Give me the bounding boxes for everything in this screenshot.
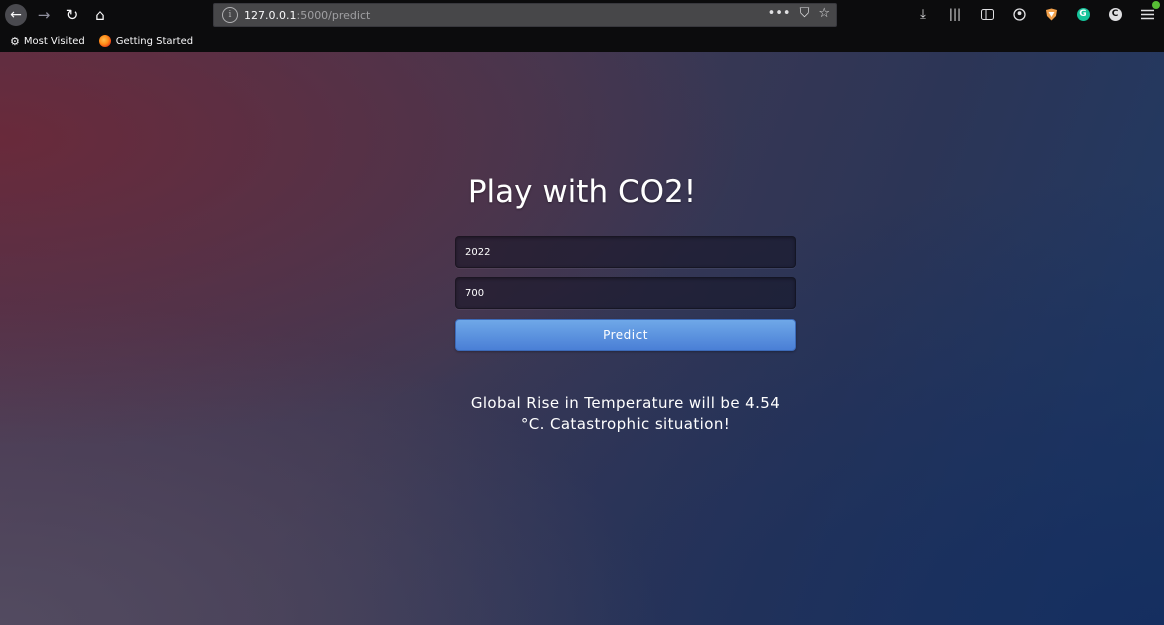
- bookmark-label: Getting Started: [115, 35, 194, 47]
- predict-button[interactable]: Predict: [455, 319, 796, 351]
- prediction-result: Global Rise in Temperature will be 4.54 …: [440, 393, 811, 435]
- sidebar-icon[interactable]: [978, 5, 996, 23]
- browser-toolbar: ← → ↻ ⌂ i 127.0.0.1:5000/predict ••• ⛉ ☆…: [0, 0, 1164, 30]
- browser-chrome: ← → ↻ ⌂ i 127.0.0.1:5000/predict ••• ⛉ ☆…: [0, 0, 1164, 53]
- home-button[interactable]: ⌂: [89, 4, 111, 26]
- bookmark-getting-started[interactable]: Getting Started: [98, 35, 194, 47]
- page-content: Play with CO2! 2022 700 Predict Global R…: [0, 52, 1164, 625]
- update-badge-icon: [1152, 1, 1160, 9]
- co2-input-value: 700: [465, 287, 485, 299]
- menu-icon[interactable]: [1138, 1, 1160, 23]
- page-title: Play with CO2!: [467, 174, 697, 210]
- url-host: 127.0.0.1: [244, 8, 297, 22]
- url-path: :5000/predict: [296, 8, 371, 22]
- account-icon[interactable]: [1010, 5, 1028, 23]
- reload-button[interactable]: ↻: [61, 4, 83, 26]
- site-info-icon[interactable]: i: [222, 7, 238, 23]
- bookmark-most-visited[interactable]: ⚙ Most Visited: [10, 35, 85, 48]
- library-icon[interactable]: |||: [946, 5, 964, 23]
- bookmark-star-icon[interactable]: ☆: [818, 6, 830, 21]
- predict-button-label: Predict: [603, 328, 648, 342]
- page-actions-icon[interactable]: •••: [768, 6, 791, 21]
- back-button[interactable]: ←: [5, 4, 27, 26]
- pocket-icon[interactable]: ⛉: [800, 6, 810, 21]
- forward-button[interactable]: →: [33, 4, 55, 26]
- download-icon[interactable]: ⤓: [914, 5, 932, 23]
- co2-input[interactable]: 700: [455, 277, 796, 309]
- bookmarks-toolbar: ⚙ Most Visited Getting Started: [0, 31, 1164, 51]
- url-actions: ••• ⛉ ☆: [768, 6, 830, 21]
- gear-icon: ⚙: [10, 34, 20, 48]
- toolbar-right-icons: ⤓ ||| G C: [914, 1, 1160, 23]
- bookmark-label: Most Visited: [23, 35, 85, 47]
- year-input[interactable]: 2022: [455, 236, 796, 268]
- url-bar[interactable]: i 127.0.0.1:5000/predict ••• ⛉ ☆: [213, 3, 837, 27]
- firefox-icon: [98, 35, 111, 47]
- extension-c-icon[interactable]: C: [1106, 5, 1124, 23]
- url-text: 127.0.0.1:5000/predict: [244, 9, 370, 22]
- result-line-2: °C. Catastrophic situation!: [520, 415, 731, 433]
- result-line-1: Global Rise in Temperature will be 4.54: [470, 394, 781, 412]
- grammarly-icon[interactable]: G: [1074, 5, 1092, 23]
- year-input-value: 2022: [465, 246, 491, 258]
- shield-extension-icon[interactable]: [1042, 5, 1060, 23]
